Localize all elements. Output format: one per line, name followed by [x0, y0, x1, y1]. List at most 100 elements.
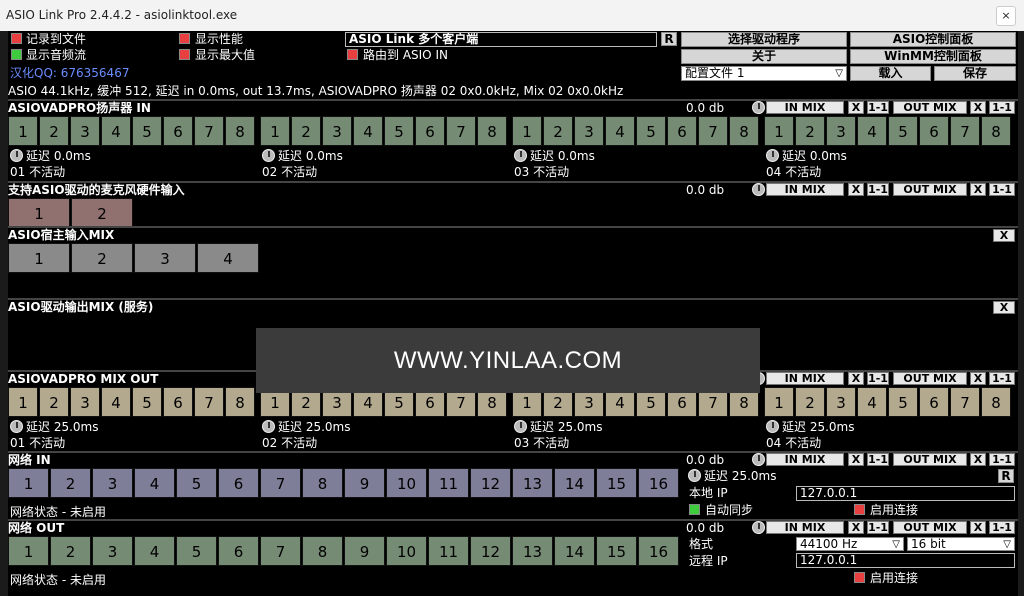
netout-out-mix-button[interactable]: OUT MIX [893, 521, 967, 534]
channel-button-4-6[interactable]: 6 [919, 116, 949, 146]
mic-in-mix-button[interactable]: IN MIX [766, 183, 844, 196]
bit-depth-select[interactable]: 16 bit ▽ [907, 537, 1015, 551]
channel-button-1-1[interactable]: 1 [8, 116, 38, 146]
channel-button-4-3[interactable]: 3 [826, 116, 856, 146]
channel-button-4-5[interactable]: 5 [888, 116, 918, 146]
channel-button-4-1[interactable]: 1 [764, 387, 794, 417]
volume-knob-icon[interactable] [752, 101, 765, 114]
driver-out-close-button[interactable]: X [993, 301, 1015, 314]
channel-button-2-8[interactable]: 8 [477, 116, 507, 146]
channel-button-1-5[interactable]: 5 [176, 536, 217, 566]
channel-button-1-9[interactable]: 9 [344, 536, 385, 566]
net-out-enable-checkbox[interactable] [854, 572, 865, 583]
channel-button-1-7[interactable]: 7 [260, 468, 301, 498]
channel-button-1-16[interactable]: 16 [638, 536, 679, 566]
channel-button-1-11[interactable]: 11 [428, 536, 469, 566]
channel-button-3-8[interactable]: 8 [729, 116, 759, 146]
mixout-x-button[interactable]: X [848, 372, 864, 385]
channel-button-1-7[interactable]: 7 [194, 116, 224, 146]
channel-button-1-5[interactable]: 5 [132, 116, 162, 146]
local-ip-field[interactable]: 127.0.0.1 [796, 486, 1015, 501]
remote-ip-field[interactable]: 127.0.0.1 [796, 553, 1015, 568]
channel-button-1-12[interactable]: 12 [470, 468, 511, 498]
netout-out-x-button[interactable]: X [970, 521, 986, 534]
channel-button-1-6[interactable]: 6 [163, 387, 193, 417]
channel-button-2-5[interactable]: 5 [384, 116, 414, 146]
delay-knob-icon[interactable] [766, 149, 779, 162]
channel-button-1-3[interactable]: 3 [70, 116, 100, 146]
record-to-file-checkbox[interactable] [11, 33, 22, 44]
channel-button-1-8[interactable]: 8 [225, 387, 255, 417]
channel-button-3-5[interactable]: 5 [636, 116, 666, 146]
netout-in-mix-button[interactable]: IN MIX [766, 521, 844, 534]
netout-one-to-one-button[interactable]: 1-1 [867, 521, 889, 534]
show-performance-checkbox[interactable] [179, 33, 190, 44]
channel-button-3-6[interactable]: 6 [667, 116, 697, 146]
channel-button-1-15[interactable]: 15 [596, 536, 637, 566]
window-close-button[interactable]: × [996, 6, 1016, 26]
about-button[interactable]: 关于 [681, 49, 847, 64]
channel-button-1-2[interactable]: 2 [39, 387, 69, 417]
save-button[interactable]: 保存 [934, 66, 1016, 81]
channel-button-4-6[interactable]: 6 [919, 387, 949, 417]
channel-button-1-15[interactable]: 15 [596, 468, 637, 498]
channel-button-1-10[interactable]: 10 [386, 468, 427, 498]
channel-button-3-1[interactable]: 1 [512, 116, 542, 146]
speaker-in-mix-button[interactable]: IN MIX [766, 101, 844, 114]
speaker-out-mix-button[interactable]: OUT MIX [893, 101, 967, 114]
channel-button-1-3[interactable]: 3 [134, 243, 196, 273]
channel-button-2-2[interactable]: 2 [291, 116, 321, 146]
netout-x-button[interactable]: X [848, 521, 864, 534]
channel-button-1-2[interactable]: 2 [71, 243, 133, 273]
channel-button-1-6[interactable]: 6 [218, 468, 259, 498]
volume-knob-icon[interactable] [752, 183, 765, 196]
channel-button-4-2[interactable]: 2 [795, 387, 825, 417]
channel-button-1-4[interactable]: 4 [101, 387, 131, 417]
channel-button-1-4[interactable]: 4 [101, 116, 131, 146]
mixout-out-mix-button[interactable]: OUT MIX [893, 372, 967, 385]
channel-button-1-1[interactable]: 1 [8, 243, 70, 273]
netin-x-button[interactable]: X [848, 453, 864, 466]
channel-button-3-4[interactable]: 4 [605, 116, 635, 146]
channel-button-1-3[interactable]: 3 [70, 387, 100, 417]
mic-one-to-one-button[interactable]: 1-1 [867, 183, 889, 196]
channel-button-1-7[interactable]: 7 [260, 536, 301, 566]
channel-button-4-4[interactable]: 4 [857, 387, 887, 417]
channel-button-4-7[interactable]: 7 [950, 387, 980, 417]
netin-in-mix-button[interactable]: IN MIX [766, 453, 844, 466]
show-audio-flow-checkbox[interactable] [11, 49, 22, 60]
channel-button-1-1[interactable]: 1 [8, 387, 38, 417]
speaker-out-x-button[interactable]: X [970, 101, 986, 114]
select-driver-button[interactable]: 选择驱动程序 [681, 32, 847, 47]
route-to-asio-in-checkbox[interactable] [347, 49, 358, 60]
channel-button-1-3[interactable]: 3 [92, 468, 133, 498]
r-badge-button[interactable]: R [661, 32, 677, 46]
channel-button-1-5[interactable]: 5 [176, 468, 217, 498]
netin-one-to-one-button[interactable]: 1-1 [867, 453, 889, 466]
host-mix-close-button[interactable]: X [993, 229, 1015, 242]
channel-button-1-6[interactable]: 6 [163, 116, 193, 146]
channel-button-1-9[interactable]: 9 [344, 468, 385, 498]
channel-button-1-4[interactable]: 4 [134, 468, 175, 498]
delay-knob-icon[interactable] [514, 420, 527, 433]
delay-knob-icon[interactable] [514, 149, 527, 162]
delay-knob-icon[interactable] [10, 420, 23, 433]
speaker-out-one-to-one-button[interactable]: 1-1 [989, 101, 1015, 114]
channel-button-1-8[interactable]: 8 [225, 116, 255, 146]
mixout-one-to-one-button[interactable]: 1-1 [867, 372, 889, 385]
channel-button-1-1[interactable]: 1 [8, 468, 49, 498]
show-max-checkbox[interactable] [179, 49, 190, 60]
channel-button-1-5[interactable]: 5 [132, 387, 162, 417]
channel-button-1-11[interactable]: 11 [428, 468, 469, 498]
asio-control-panel-button[interactable]: ASIO控制面板 [850, 32, 1016, 47]
r-badge-button[interactable]: R [998, 469, 1014, 483]
channel-button-4-1[interactable]: 1 [764, 116, 794, 146]
channel-button-1-4[interactable]: 4 [197, 243, 259, 273]
channel-button-1-2[interactable]: 2 [71, 198, 133, 228]
mic-x-button[interactable]: X [848, 183, 864, 196]
mixout-out-one-to-one-button[interactable]: 1-1 [989, 372, 1015, 385]
channel-button-1-7[interactable]: 7 [194, 387, 224, 417]
channel-button-1-1[interactable]: 1 [8, 536, 49, 566]
mic-out-mix-button[interactable]: OUT MIX [893, 183, 967, 196]
channel-button-4-7[interactable]: 7 [950, 116, 980, 146]
